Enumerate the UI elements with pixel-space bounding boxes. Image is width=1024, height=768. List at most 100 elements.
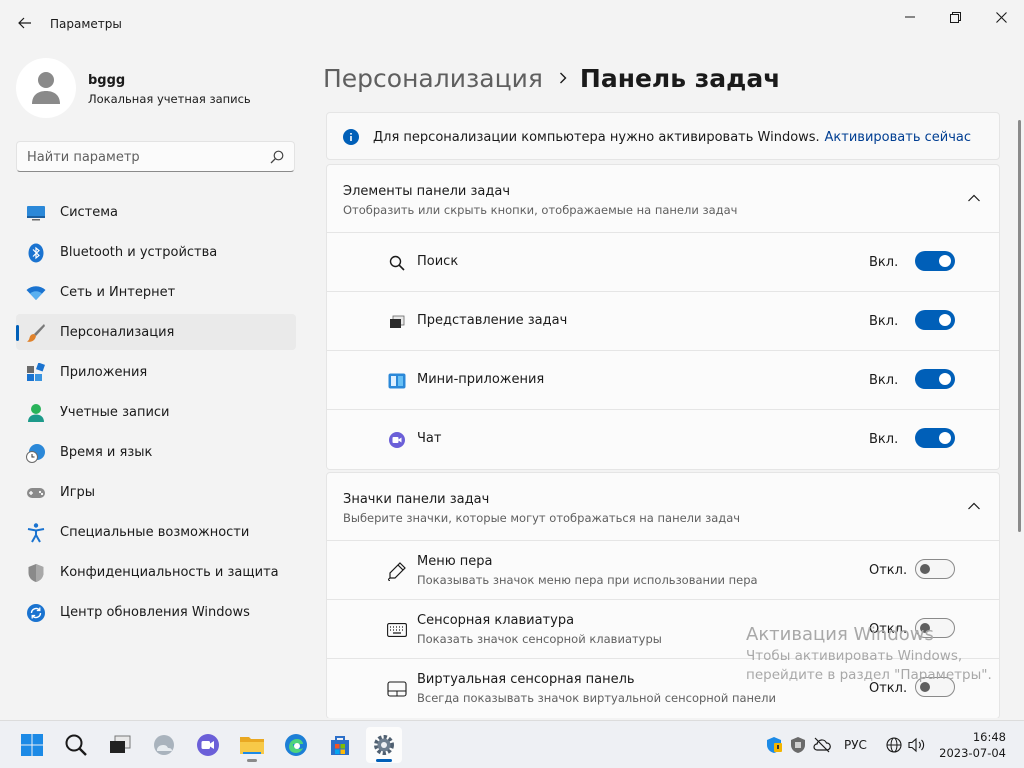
sidebar-item-accounts[interactable]: Учетные записи xyxy=(16,394,296,430)
file-explorer-button[interactable] xyxy=(234,727,270,763)
chevron-up-icon xyxy=(968,194,980,202)
chat-icon xyxy=(197,734,219,756)
cloud-offline-icon[interactable] xyxy=(812,735,832,755)
brush-icon xyxy=(26,323,46,343)
edge-icon xyxy=(285,734,307,756)
minimize-button[interactable] xyxy=(895,6,925,28)
chat-button[interactable] xyxy=(190,727,226,763)
sidebar-item-bluetooth[interactable]: Bluetooth и устройства xyxy=(16,234,296,270)
info-icon xyxy=(343,129,359,145)
setting-description: Показать значок сенсорной клавиатуры xyxy=(417,632,662,646)
title-bar: Параметры xyxy=(0,0,1024,48)
widgets-button[interactable] xyxy=(146,727,182,763)
folder-icon xyxy=(240,737,264,754)
search-input[interactable] xyxy=(27,148,257,166)
arrow-left-icon xyxy=(18,17,31,29)
setting-row-chat: Чат Вкл. xyxy=(327,410,999,469)
settings-button[interactable] xyxy=(366,727,402,763)
search-box xyxy=(16,141,295,172)
page-title: Панель задач xyxy=(579,63,781,93)
sidebar-item-label: Bluetooth и устройства xyxy=(60,245,218,260)
setting-description: Всегда показывать значок виртуальной сен… xyxy=(417,691,776,705)
search-icon xyxy=(387,253,407,273)
setting-label: Сенсорная клавиатура xyxy=(417,613,575,628)
user-avatar-icon xyxy=(32,72,60,104)
chat-toggle[interactable] xyxy=(915,428,955,448)
sidebar-item-label: Специальные возможности xyxy=(60,525,250,540)
setting-label: Виртуальная сенсорная панель xyxy=(417,672,635,687)
widgets-icon xyxy=(387,371,407,391)
chevron-up-icon xyxy=(968,502,980,510)
windows-logo-icon xyxy=(21,734,43,756)
edge-button[interactable] xyxy=(278,727,314,763)
store-button[interactable] xyxy=(322,727,358,763)
setting-label: Чат xyxy=(417,431,442,446)
sidebar-item-label: Система xyxy=(60,205,119,220)
sidebar-item-label: Время и язык xyxy=(60,445,153,460)
breadcrumb-parent[interactable]: Персонализация xyxy=(323,64,543,93)
taskbar-search-button[interactable] xyxy=(58,727,94,763)
sidebar-item-label: Конфиденциальность и защита xyxy=(60,565,279,580)
task-view-toggle[interactable] xyxy=(915,310,955,330)
search-icon[interactable] xyxy=(270,150,284,164)
app-title: Параметры xyxy=(50,17,122,31)
sidebar-item-system[interactable]: Система xyxy=(16,194,296,230)
virtual-touchpad-toggle[interactable] xyxy=(915,677,955,697)
wifi-icon xyxy=(26,283,46,303)
setting-row-virtual-touchpad: Виртуальная сенсорная панель Всегда пока… xyxy=(327,659,999,718)
activation-message: Для персонализации компьютера нужно акти… xyxy=(373,130,820,145)
input-language[interactable]: РУС xyxy=(844,738,867,752)
group-description: Отобразить или скрыть кнопки, отображаем… xyxy=(343,203,738,217)
vpn-shield-icon[interactable] xyxy=(788,735,808,755)
chat-icon xyxy=(387,430,407,450)
sidebar-item-windows-update[interactable]: Центр обновления Windows xyxy=(16,594,296,630)
touchpad-icon xyxy=(387,679,407,699)
sidebar-item-apps[interactable]: Приложения xyxy=(16,354,296,390)
clock-time: 16:48 xyxy=(972,730,1006,744)
taskbar: РУС 16:48 2023-07-04 xyxy=(0,720,1024,768)
toggle-state: Откл. xyxy=(869,681,908,696)
toggle-state: Вкл. xyxy=(869,373,899,388)
start-button[interactable] xyxy=(14,727,50,763)
globe-clock-icon xyxy=(26,443,46,463)
search-icon xyxy=(65,734,87,756)
bluetooth-icon xyxy=(26,243,46,263)
sidebar-item-time-language[interactable]: Время и язык xyxy=(16,434,296,470)
clock[interactable]: 16:48 2023-07-04 xyxy=(936,729,1006,761)
touch-keyboard-toggle[interactable] xyxy=(915,618,955,638)
sidebar-item-accessibility[interactable]: Специальные возможности xyxy=(16,514,296,550)
widgets-toggle[interactable] xyxy=(915,369,955,389)
sidebar-item-label: Сеть и Интернет xyxy=(60,285,176,300)
volume-icon[interactable] xyxy=(907,735,927,755)
user-profile[interactable]: bggg Локальная учетная запись xyxy=(16,58,296,118)
sidebar-item-label: Учетные записи xyxy=(60,405,170,420)
scrollbar[interactable] xyxy=(1018,120,1021,532)
monitor-icon xyxy=(26,203,46,223)
search-toggle[interactable] xyxy=(915,251,955,271)
gear-icon xyxy=(374,735,394,755)
sidebar-item-privacy[interactable]: Конфиденциальность и защита xyxy=(16,554,296,590)
activate-now-link[interactable]: Активировать сейчас xyxy=(825,130,971,145)
defender-icon[interactable] xyxy=(764,735,784,755)
setting-row-task-view: Представление задач Вкл. xyxy=(327,292,999,351)
setting-row-pen-menu: Меню пера Показывать значок меню пера пр… xyxy=(327,541,999,600)
task-view-button[interactable] xyxy=(102,727,138,763)
main-content: Для персонализации компьютера нужно акти… xyxy=(326,112,1000,718)
accessibility-icon xyxy=(26,523,46,543)
close-button[interactable] xyxy=(986,6,1016,28)
back-button[interactable] xyxy=(12,10,38,36)
keyboard-icon xyxy=(387,620,407,640)
group-title: Элементы панели задач xyxy=(343,184,511,199)
network-globe-icon[interactable] xyxy=(884,735,904,755)
toggle-state: Откл. xyxy=(869,622,908,637)
pen-menu-toggle[interactable] xyxy=(915,559,955,579)
sidebar-item-gaming[interactable]: Игры xyxy=(16,474,296,510)
group-title: Значки панели задач xyxy=(343,492,490,507)
taskbar-items-header[interactable]: Элементы панели задач Отобразить или скр… xyxy=(327,165,999,233)
sidebar-item-personalization[interactable]: Персонализация xyxy=(16,314,296,350)
maximize-button[interactable] xyxy=(940,6,970,28)
sidebar-item-network[interactable]: Сеть и Интернет xyxy=(16,274,296,310)
avatar xyxy=(16,58,76,118)
taskbar-icons-header[interactable]: Значки панели задач Выберите значки, кот… xyxy=(327,473,999,541)
breadcrumb: Персонализация Панель задач xyxy=(323,58,780,98)
